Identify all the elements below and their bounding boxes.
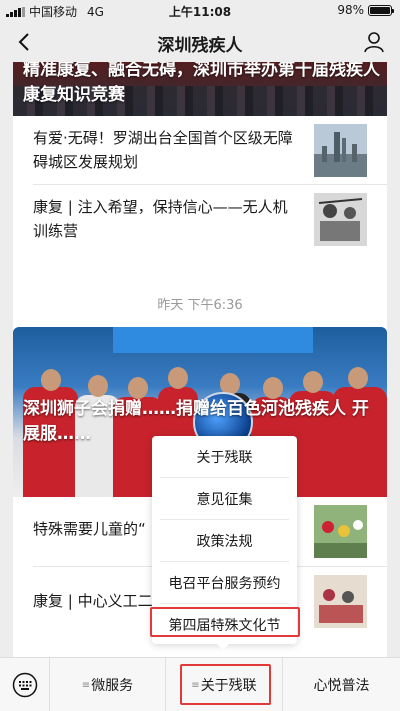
list-item-title: 康复 | 注入希望，保持信心——无人机训练营 xyxy=(33,198,288,240)
list-item-thumbnail xyxy=(314,505,367,558)
submenu-item-about[interactable]: 关于残联 xyxy=(152,436,297,477)
list-item[interactable]: 有爱·无碍！罗湖出台全国首个区级无障碍城区发展规划 xyxy=(13,116,387,184)
submenu-item-policy[interactable]: 政策法规 xyxy=(152,520,297,561)
submenu-item-feedback[interactable]: 意见征集 xyxy=(152,478,297,519)
battery-percent: 98% xyxy=(337,3,364,17)
profile-button[interactable] xyxy=(360,28,388,56)
menu-tab-law[interactable]: 心悦普法 xyxy=(283,658,400,711)
highlight-box-submenu xyxy=(150,607,300,637)
message-timestamp: 昨天 下午6:36 xyxy=(157,298,243,313)
keyboard-toggle-button[interactable] xyxy=(0,658,50,711)
highlight-box-tab xyxy=(180,664,271,705)
list-item-thumbnail xyxy=(314,124,367,177)
keyboard-icon xyxy=(12,672,37,698)
list-item-thumbnail xyxy=(314,575,367,628)
menu-tab-label: 心悦普法 xyxy=(313,678,370,694)
page-title: 深圳残疾人 xyxy=(157,36,243,56)
person-icon xyxy=(364,32,384,53)
menu-tab-label: 微服务 xyxy=(91,678,134,694)
article-hero-image[interactable]: 精准康复、融合无碍，深圳市举办第十届残疾人康复知识竞赛 xyxy=(13,62,387,116)
menu-tab-services[interactable]: ≡ 微服务 xyxy=(50,658,166,711)
nav-bar: 深圳残疾人 xyxy=(0,22,400,62)
submenu-item-service-booking[interactable]: 电召平台服务预约 xyxy=(152,562,297,603)
article-hero-title: 精准康复、融合无碍，深圳市举办第十届残疾人康复知识竞赛 xyxy=(23,62,380,105)
menu-lines-icon: ≡ xyxy=(81,679,91,691)
battery-icon xyxy=(368,4,394,16)
status-bar: 中国移动 4G 上午11:08 98% xyxy=(0,0,400,22)
list-item-title: 有爱·无碍！罗湖出台全国首个区级无障碍城区发展规划 xyxy=(33,129,293,171)
status-right: 98% xyxy=(337,3,394,17)
list-item-thumbnail xyxy=(314,193,367,246)
list-item[interactable]: 康复 | 注入希望，保持信心——无人机训练营 xyxy=(13,185,387,253)
submenu-arrow xyxy=(216,643,230,650)
